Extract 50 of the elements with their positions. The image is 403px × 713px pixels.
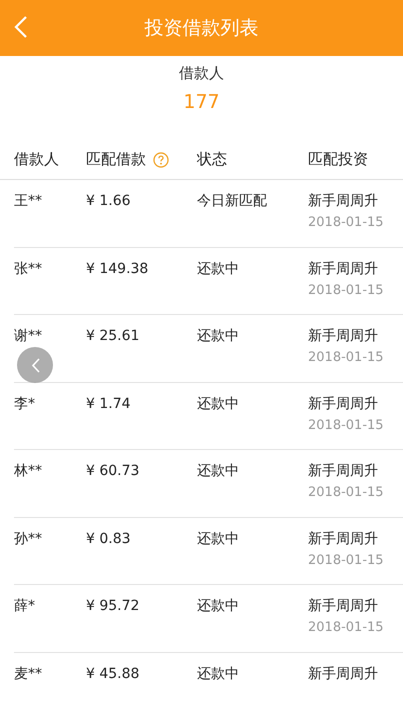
loan-amount: ¥ 95.72 [86, 598, 140, 614]
plan-date: 2018-01-15 [308, 349, 385, 367]
loan-status: 今日新匹配 [197, 193, 267, 209]
loan-amount: ¥ 60.73 [86, 463, 140, 479]
borrower-count: 177 [183, 90, 220, 115]
borrower-name: 谢** [14, 328, 42, 344]
loan-status: 还款中 [197, 463, 239, 479]
loan-amount: ¥ 25.61 [86, 328, 140, 344]
borrower-name: 薛* [14, 598, 35, 614]
loan-amount: ¥ 0.83 [86, 530, 131, 546]
loan-status: 还款中 [197, 530, 239, 546]
plan-name: 新手周周升 [308, 192, 379, 211]
plan-name: 新手周周升 [308, 664, 379, 684]
loan-status: 还款中 [197, 666, 239, 682]
borrower-name: 麦** [14, 666, 42, 682]
loan-amount: ¥ 1.66 [86, 193, 131, 209]
plan-date: 2018-01-15 [308, 619, 385, 637]
loan-status: 还款中 [197, 396, 239, 412]
loan-amount: ¥ 149.38 [86, 260, 148, 276]
column-header: 借款人 [14, 149, 59, 170]
plan-name: 新手周周升 [308, 597, 379, 616]
column-header: 匹配借款 [86, 149, 146, 170]
plan-date: 2018-01-15 [308, 282, 385, 300]
plan-name: 新手周周升 [308, 327, 379, 346]
column-header: 状态 [197, 149, 227, 170]
borrower-name: 张** [14, 260, 42, 276]
borrower-name: 李* [14, 396, 35, 412]
page-title: 投资借款列表 [144, 16, 258, 41]
plan-date: 2018-01-15 [308, 416, 385, 434]
chevron-left-icon [30, 358, 40, 372]
borrower-name: 王** [14, 193, 42, 209]
column-header: 匹配投资 [308, 149, 368, 170]
plan-date: 2018-01-15 [308, 214, 385, 232]
plan-name: 新手周周升 [308, 462, 379, 481]
back-icon[interactable] [14, 16, 28, 38]
plan-name: 新手周周升 [308, 530, 379, 548]
loan-amount: ¥ 45.88 [86, 666, 140, 682]
borrower-name: 林** [14, 463, 42, 479]
loan-amount: ¥ 1.74 [86, 396, 131, 412]
loan-status: 还款中 [197, 328, 239, 344]
borrower-name: 孙** [14, 530, 42, 546]
loan-status: 还款中 [197, 598, 239, 614]
plan-date: 2018-01-15 [308, 552, 385, 570]
summary-label: 借款人 [179, 63, 224, 84]
help-icon[interactable] [153, 152, 169, 168]
loan-status: 还款中 [197, 260, 239, 276]
back-float-button[interactable] [17, 347, 53, 383]
plan-date: 2018-01-15 [308, 484, 385, 502]
plan-name: 新手周周升 [308, 260, 379, 278]
plan-name: 新手周周升 [308, 394, 379, 414]
